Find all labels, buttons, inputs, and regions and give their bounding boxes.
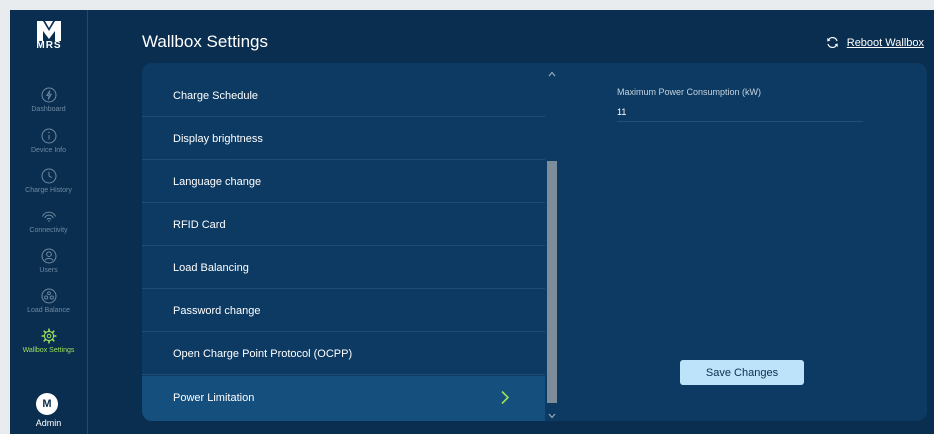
list-item-label: Load Balancing — [173, 262, 249, 274]
list-item-language-change[interactable]: Language change — [142, 161, 545, 203]
list-item-rfid-card[interactable]: RFID Card — [142, 204, 545, 246]
list-item-label: Password change — [173, 305, 261, 317]
sidebar-item-label: Charge History — [25, 187, 72, 194]
sidebar-item-label: Wallbox Settings — [22, 347, 75, 354]
gear-icon — [40, 328, 57, 344]
logo: MRS — [27, 20, 71, 64]
chevron-right-icon — [501, 390, 510, 405]
list-item-label: Open Charge Point Protocol (OCPP) — [173, 348, 353, 360]
chevron-down-icon — [548, 413, 556, 419]
chevron-up-icon — [548, 71, 556, 77]
list-item-password-change[interactable]: Password change — [142, 290, 545, 332]
app-window: MRS Dashboard Device Info Charge History — [10, 10, 934, 434]
scrollbar-thumb[interactable] — [547, 161, 557, 403]
user-icon — [41, 248, 56, 264]
max-power-label: Maximum Power Consumption (kW) — [617, 87, 762, 97]
clock-icon — [41, 168, 56, 184]
brand-name: MRS — [36, 40, 62, 51]
reboot-wallbox-label: Reboot Wallbox — [846, 36, 924, 49]
sidebar-item-label: Device Info — [30, 147, 67, 154]
sidebar-item-connectivity[interactable]: Connectivity — [10, 207, 87, 234]
settings-list-scrollbar[interactable] — [545, 63, 559, 421]
list-item-label: Power Limitation — [173, 392, 255, 404]
list-item-label: Display brightness — [173, 133, 263, 145]
save-changes-button[interactable]: Save Changes — [680, 360, 804, 385]
scroll-up-button[interactable] — [545, 65, 559, 77]
wifi-icon — [41, 211, 56, 222]
sidebar-item-label: Dashboard — [31, 106, 66, 113]
user-name: Admin — [35, 418, 62, 428]
sidebar: MRS Dashboard Device Info Charge History — [10, 10, 88, 434]
sidebar-item-device-info[interactable]: Device Info — [10, 127, 87, 154]
list-item-load-balancing[interactable]: Load Balancing — [142, 247, 545, 289]
list-item-power-limitation[interactable]: Power Limitation — [142, 376, 545, 421]
list-item-label: Language change — [173, 176, 262, 188]
dashboard-icon — [41, 87, 56, 103]
sidebar-item-label: Users — [39, 267, 58, 274]
sidebar-item-label: Connectivity — [29, 227, 68, 234]
scroll-down-button[interactable] — [545, 407, 559, 419]
page-title: Wallbox Settings — [142, 32, 268, 51]
avatar[interactable]: M — [36, 393, 58, 415]
sidebar-item-charge-history[interactable]: Charge History — [10, 167, 87, 194]
list-item-display-brightness[interactable]: Display brightness — [142, 118, 545, 160]
sidebar-item-load-balance[interactable]: Load Balance — [10, 287, 87, 314]
list-item-charge-schedule[interactable]: Charge Schedule — [142, 75, 545, 117]
logo-icon — [37, 21, 61, 41]
list-item-ocpp[interactable]: Open Charge Point Protocol (OCPP) — [142, 333, 545, 375]
sidebar-item-wallbox-settings[interactable]: Wallbox Settings — [10, 327, 87, 354]
sidebar-item-dashboard[interactable]: Dashboard — [10, 86, 87, 113]
detail-panel: Maximum Power Consumption (kW) Save Chan… — [559, 63, 927, 421]
sidebar-item-users[interactable]: Users — [10, 247, 87, 274]
max-power-input[interactable] — [617, 101, 863, 122]
sidebar-item-label: Load Balance — [27, 307, 70, 314]
list-item-label: RFID Card — [173, 219, 226, 231]
settings-list: Charge Schedule Display brightness Langu… — [142, 63, 545, 421]
refresh-icon — [826, 36, 838, 49]
info-icon — [41, 128, 56, 144]
list-item-label: Charge Schedule — [173, 90, 259, 102]
load-balance-icon — [41, 288, 56, 304]
reboot-wallbox-button[interactable]: Reboot Wallbox — [826, 36, 924, 49]
